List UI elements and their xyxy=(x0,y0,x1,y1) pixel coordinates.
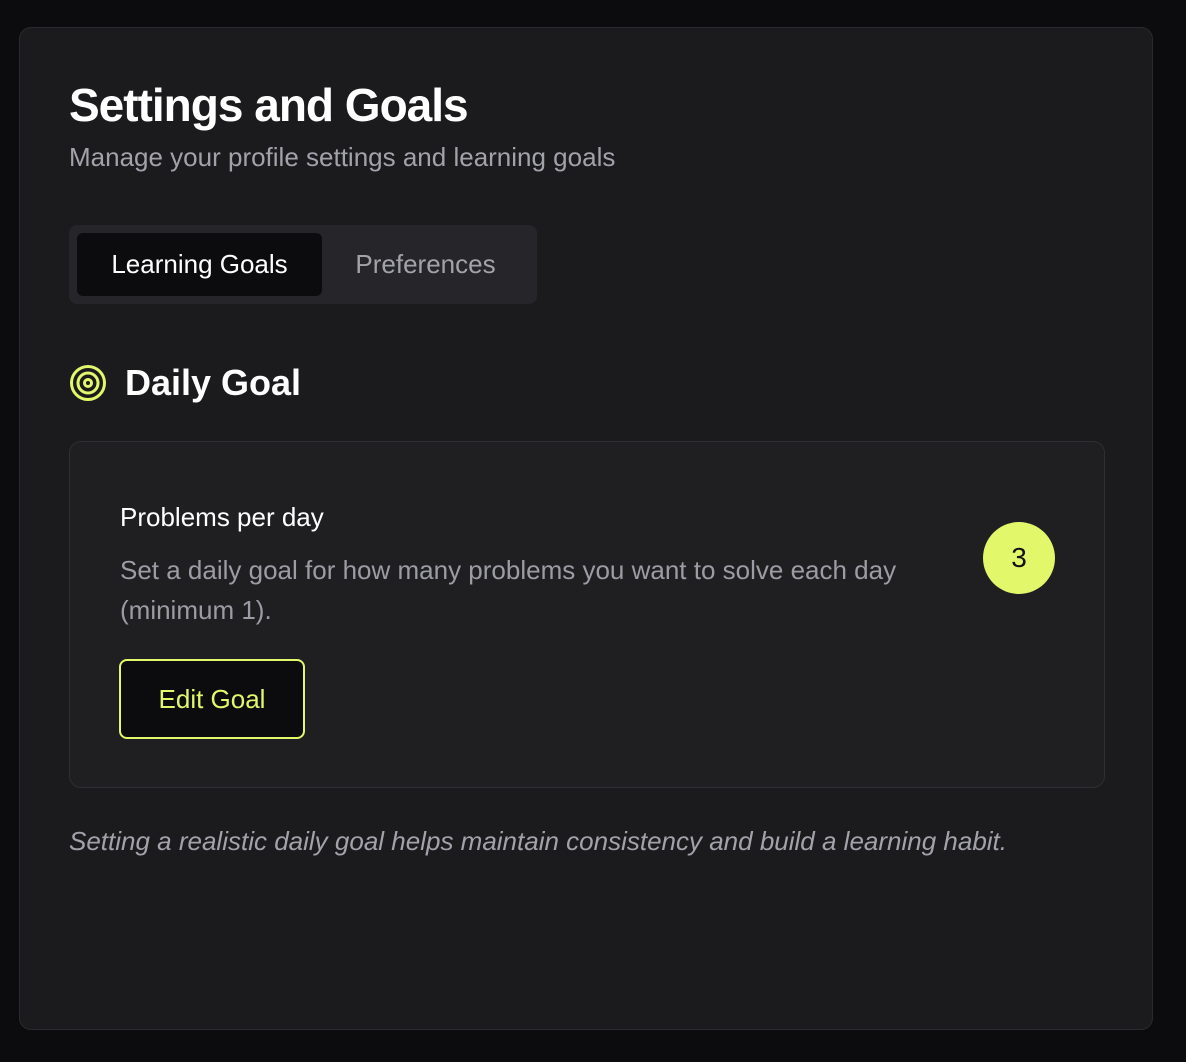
tab-bar: Learning Goals Preferences xyxy=(69,225,537,304)
goal-tip-note: Setting a realistic daily goal helps mai… xyxy=(69,826,1008,856)
goal-description: Set a daily goal for how many problems y… xyxy=(120,555,897,625)
goal-label: Problems per day xyxy=(120,502,324,532)
page-subtitle: Manage your profile settings and learnin… xyxy=(69,142,616,172)
page-title: Settings and Goals xyxy=(69,79,469,131)
edit-goal-button[interactable]: Edit Goal xyxy=(119,659,305,739)
goal-value-badge: 3 xyxy=(983,522,1055,594)
target-icon xyxy=(70,365,106,401)
goal-card: Problems per day Set a daily goal for ho… xyxy=(69,441,1105,788)
daily-goal-header: Daily Goal xyxy=(69,362,301,404)
section-title: Daily Goal xyxy=(125,362,302,403)
settings-panel: Settings and Goals Manage your profile s… xyxy=(19,27,1153,1030)
tab-preferences[interactable]: Preferences xyxy=(322,233,529,296)
tab-learning-goals[interactable]: Learning Goals xyxy=(77,233,322,296)
